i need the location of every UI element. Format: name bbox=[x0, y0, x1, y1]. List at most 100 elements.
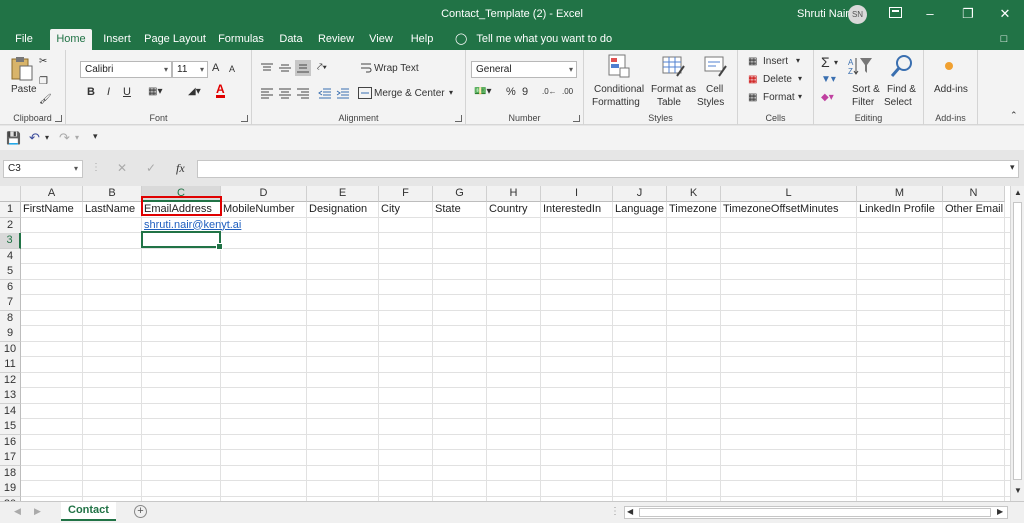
avatar[interactable]: SN bbox=[848, 5, 867, 24]
cell-l1[interactable]: TimezoneOffsetMinutes bbox=[721, 202, 857, 218]
customize-qat-icon[interactable]: ▾ bbox=[93, 131, 98, 142]
row-header-13[interactable]: 13 bbox=[0, 388, 21, 404]
format-cells-icon[interactable]: ▦ bbox=[748, 92, 757, 103]
user-name[interactable]: Shruti Nair bbox=[797, 8, 849, 20]
accounting-format-icon[interactable]: 💵▾ bbox=[474, 86, 491, 97]
cell-e1[interactable]: Designation bbox=[307, 202, 379, 218]
addins-button[interactable]: Add-ins bbox=[934, 84, 968, 95]
insert-cells-button[interactable]: Insert bbox=[763, 56, 788, 67]
scroll-right-icon[interactable]: ▶ bbox=[997, 507, 1003, 516]
format-cells-button[interactable]: Format bbox=[763, 92, 795, 103]
tab-home[interactable]: Home bbox=[50, 29, 92, 50]
tab-insert[interactable]: Insert bbox=[98, 29, 136, 50]
column-header-d[interactable]: D bbox=[221, 186, 307, 202]
name-box-dropdown-icon[interactable]: ▾ bbox=[74, 161, 78, 177]
alignment-launcher-icon[interactable] bbox=[455, 115, 462, 122]
merge-dropdown-icon[interactable]: ▾ bbox=[449, 88, 453, 97]
cell-f1[interactable]: City bbox=[379, 202, 433, 218]
column-header-m[interactable]: M bbox=[857, 186, 943, 202]
orientation-icon[interactable]: ⤤▾ bbox=[317, 62, 327, 73]
cancel-entry-icon[interactable]: ✕ bbox=[117, 161, 127, 175]
cut-icon[interactable]: ✂ bbox=[39, 56, 47, 67]
save-icon[interactable]: 💾 bbox=[6, 131, 21, 145]
close-icon[interactable]: ✕ bbox=[985, 0, 1024, 29]
scroll-down-icon[interactable]: ▼ bbox=[1014, 486, 1022, 495]
column-header-i[interactable]: I bbox=[541, 186, 613, 202]
grow-font-button[interactable]: A bbox=[212, 62, 219, 74]
number-launcher-icon[interactable] bbox=[573, 115, 580, 122]
active-cell-c3[interactable] bbox=[141, 231, 223, 250]
row-header-17[interactable]: 17 bbox=[0, 450, 21, 466]
horizontal-scrollbar[interactable]: ◀ ▶ bbox=[624, 506, 1008, 519]
collapse-ribbon-icon[interactable]: ⌃ bbox=[1010, 110, 1018, 121]
tell-me-search[interactable]: ◯ Tell me what you want to do bbox=[455, 29, 612, 50]
paste-icon[interactable] bbox=[10, 55, 34, 86]
cell-i1[interactable]: InterestedIn bbox=[541, 202, 613, 218]
increase-decimal-icon[interactable]: .0← bbox=[542, 87, 557, 96]
cell-b1[interactable]: LastName bbox=[83, 202, 142, 218]
cell-h1[interactable]: Country bbox=[487, 202, 541, 218]
wrap-text-button[interactable]: Wrap Text bbox=[374, 63, 419, 74]
cell-styles-icon[interactable] bbox=[704, 54, 728, 81]
minimize-icon[interactable]: – bbox=[910, 0, 950, 29]
expand-formula-bar-icon[interactable]: ▾ bbox=[1010, 162, 1015, 173]
table-label[interactable]: Table bbox=[657, 97, 681, 108]
clear-icon[interactable]: ◆▾ bbox=[821, 92, 834, 103]
scroll-left-icon[interactable]: ◀ bbox=[627, 507, 633, 516]
font-size-select[interactable]: 11 ▾ bbox=[172, 61, 208, 78]
row-header-15[interactable]: 15 bbox=[0, 419, 21, 435]
font-launcher-icon[interactable] bbox=[241, 115, 248, 122]
find-select-icon[interactable] bbox=[890, 54, 914, 81]
cell-styles-label[interactable]: Styles bbox=[697, 97, 724, 108]
vertical-scrollbar[interactable]: ▲ ▼ bbox=[1010, 186, 1024, 501]
tab-split-grip-icon[interactable]: ⋮ bbox=[610, 506, 620, 517]
ribbon-display-options-icon[interactable] bbox=[875, 0, 915, 29]
delete-cells-icon[interactable]: ▦ bbox=[748, 74, 757, 85]
insert-function-button[interactable]: fx bbox=[176, 161, 185, 176]
cell-g1[interactable]: State bbox=[433, 202, 487, 218]
paste-button[interactable]: Paste bbox=[11, 84, 37, 95]
column-header-j[interactable]: J bbox=[613, 186, 667, 202]
percent-button[interactable]: % bbox=[506, 86, 516, 98]
increase-indent-icon[interactable] bbox=[336, 87, 350, 102]
column-header-k[interactable]: K bbox=[667, 186, 721, 202]
tab-review[interactable]: Review bbox=[314, 29, 358, 50]
cell-j1[interactable]: Language bbox=[613, 202, 667, 218]
tab-data[interactable]: Data bbox=[274, 29, 308, 50]
row-header-14[interactable]: 14 bbox=[0, 403, 21, 420]
tab-page-layout[interactable]: Page Layout bbox=[142, 29, 208, 50]
column-header-f[interactable]: F bbox=[379, 186, 433, 202]
cell-m1[interactable]: LinkedIn Profile bbox=[857, 202, 943, 218]
select-label[interactable]: Select bbox=[884, 97, 912, 108]
sort-filter-icon[interactable]: AZ bbox=[848, 56, 874, 79]
row-header-9[interactable]: 9 bbox=[0, 326, 21, 342]
number-format-select[interactable]: General ▾ bbox=[471, 61, 577, 78]
row-header-3[interactable]: 3 bbox=[0, 233, 21, 249]
find-label[interactable]: Find & bbox=[887, 84, 916, 95]
font-color-icon[interactable]: A bbox=[216, 83, 225, 98]
row-header-16[interactable]: 16 bbox=[0, 434, 21, 451]
row-header-12[interactable]: 12 bbox=[0, 372, 21, 389]
format-painter-icon[interactable]: 🖌 bbox=[39, 94, 52, 105]
merge-center-button[interactable]: Merge & Center bbox=[374, 88, 445, 99]
row-header-6[interactable]: 6 bbox=[0, 279, 21, 296]
fill-icon[interactable]: ▼▾ bbox=[821, 74, 836, 85]
borders-icon[interactable]: ▦▾ bbox=[148, 86, 162, 97]
tab-view[interactable]: View bbox=[364, 29, 398, 50]
shrink-font-button[interactable]: A bbox=[229, 64, 235, 74]
scroll-up-icon[interactable]: ▲ bbox=[1014, 188, 1022, 197]
cell-k1[interactable]: Timezone bbox=[667, 202, 721, 218]
add-sheet-button[interactable]: + bbox=[134, 505, 147, 518]
formatting-label[interactable]: Formatting bbox=[592, 97, 640, 108]
insert-cells-icon[interactable]: ▦ bbox=[748, 56, 757, 67]
format-as-label[interactable]: Format as bbox=[651, 84, 696, 95]
bold-button[interactable]: B bbox=[87, 86, 95, 98]
undo-dropdown-icon[interactable]: ▾ bbox=[45, 133, 49, 142]
row-header-18[interactable]: 18 bbox=[0, 465, 21, 482]
merge-center-icon[interactable] bbox=[358, 87, 372, 102]
row-header-7[interactable]: 7 bbox=[0, 295, 21, 311]
bottom-align-icon[interactable] bbox=[295, 60, 311, 76]
redo-dropdown-icon[interactable]: ▾ bbox=[75, 133, 79, 142]
insert-dropdown-icon[interactable]: ▾ bbox=[796, 56, 800, 65]
comments-icon[interactable]: □ bbox=[992, 29, 1016, 50]
